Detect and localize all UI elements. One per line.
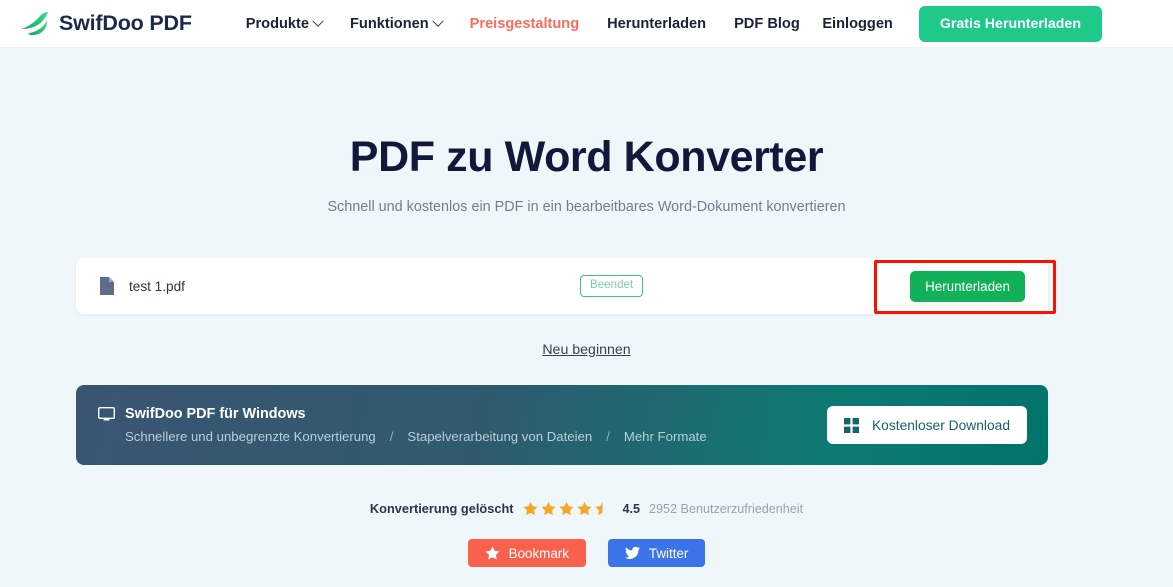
download-button[interactable]: Herunterladen xyxy=(910,270,1025,302)
promo-feature: Stapelverarbeitung von Dateien xyxy=(407,429,593,444)
promo-separator: / xyxy=(389,429,394,444)
status-badge: Beendet xyxy=(580,275,644,297)
promo-title: SwifDoo PDF für Windows xyxy=(125,406,306,422)
bookmark-label: Bookmark xyxy=(508,545,569,561)
page-title: PDF zu Word Konverter xyxy=(349,133,824,181)
promo-feature: Mehr Formate xyxy=(623,429,707,444)
restart-link[interactable]: Neu beginnen xyxy=(542,342,630,358)
twitter-bird-icon xyxy=(624,546,640,559)
windows-download-label: Kostenloser Download xyxy=(871,417,1011,433)
promo-feature: Schnellere und unbegrenzte Konvertierung xyxy=(125,429,376,444)
chevron-down-icon xyxy=(312,15,324,27)
promo-banner: SwifDoo PDF für Windows Schnellere und u… xyxy=(76,385,1048,465)
nav-item-pdf-blog[interactable]: PDF Blog xyxy=(720,16,814,32)
nav-label: Produkte xyxy=(245,15,310,32)
twitter-button[interactable]: Twitter xyxy=(607,539,706,567)
star-icon xyxy=(558,501,574,516)
nav-item-herunterladen[interactable]: Herunterladen xyxy=(593,16,720,32)
promo-title-row: SwifDoo PDF für Windows xyxy=(98,406,707,422)
promo-text-block: SwifDoo PDF für Windows Schnellere und u… xyxy=(98,406,707,444)
star-half-icon xyxy=(594,501,603,516)
promo-features: Schnellere und unbegrenzte Konvertierung… xyxy=(125,429,707,444)
document-file-icon xyxy=(100,277,114,295)
star-icon xyxy=(485,546,500,560)
rating-row: Konvertierung gelöscht 4.5 2952 Benutzer… xyxy=(0,501,1173,516)
rating-label: Konvertierung gelöscht xyxy=(369,501,514,516)
nav-label: Funktionen xyxy=(350,15,429,32)
page-subtitle: Schnell und kostenlos ein PDF in ein bea… xyxy=(327,199,846,215)
social-share-row: Bookmark Twitter xyxy=(0,539,1173,567)
logo-text: SwifDoo PDF xyxy=(59,11,192,35)
free-download-button[interactable]: Gratis Herunterladen xyxy=(918,5,1102,42)
site-header: SwifDoo PDF Produkte Funktionen Preisges… xyxy=(0,0,1173,48)
file-result-card: test 1.pdf Beendet Herunterladen xyxy=(76,258,1048,314)
file-name: test 1.pdf xyxy=(129,278,185,294)
nav-label: PDF Blog xyxy=(734,15,800,32)
twitter-label: Twitter xyxy=(648,545,689,561)
star-rating xyxy=(522,501,610,516)
main-nav: Produkte Funktionen Preisgestaltung Heru… xyxy=(232,15,814,32)
star-icon xyxy=(576,501,592,516)
nav-item-produkte[interactable]: Produkte xyxy=(232,15,336,32)
logo[interactable]: SwifDoo PDF xyxy=(20,11,192,37)
login-link[interactable]: Einloggen xyxy=(822,16,893,32)
swift-bird-logo-icon xyxy=(21,11,48,35)
nav-item-preisgestaltung[interactable]: Preisgestaltung xyxy=(456,16,593,32)
bookmark-button[interactable]: Bookmark xyxy=(467,539,586,567)
rating-users-count: 2952 Benutzerzufriedenheit xyxy=(649,501,804,516)
nav-label: Herunterladen xyxy=(607,15,707,32)
free-download-windows-button[interactable]: Kostenloser Download xyxy=(827,406,1027,444)
nav-item-funktionen[interactable]: Funktionen xyxy=(336,15,456,32)
chevron-down-icon xyxy=(431,15,444,27)
star-icon xyxy=(522,501,538,516)
windows-grid-icon xyxy=(843,417,859,433)
rating-score: 4.5 xyxy=(622,501,641,516)
star-icon xyxy=(540,501,556,516)
nav-label: Preisgestaltung xyxy=(469,15,580,32)
monitor-icon xyxy=(98,406,115,420)
restart-row: Neu beginnen xyxy=(0,341,1173,359)
header-actions: Einloggen Gratis Herunterladen xyxy=(822,5,1102,42)
promo-separator: / xyxy=(606,429,610,444)
